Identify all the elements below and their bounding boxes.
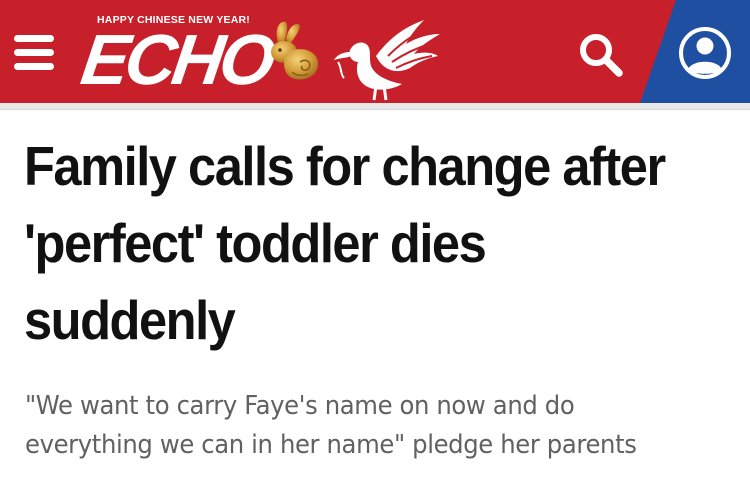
search-icon[interactable] bbox=[576, 30, 626, 80]
user-account-icon bbox=[679, 27, 731, 79]
hamburger-menu-icon[interactable] bbox=[14, 35, 54, 71]
article-standfirst: "We want to carry Faye's name on now and… bbox=[25, 391, 637, 460]
logo-wordmark: ECHO bbox=[76, 21, 277, 100]
article-headline: Family calls for change after 'perfect' … bbox=[24, 135, 666, 351]
site-header: HAPPY CHINESE NEW YEAR! ECHO bbox=[0, 0, 750, 103]
menu-bar-bottom bbox=[14, 63, 54, 70]
account-button[interactable] bbox=[640, 0, 750, 103]
golden-rabbit-icon bbox=[271, 21, 319, 80]
menu-bar-top bbox=[14, 35, 54, 42]
menu-bar-middle bbox=[14, 49, 54, 56]
liver-bird-icon bbox=[334, 20, 440, 101]
header-divider bbox=[0, 103, 750, 110]
echo-logo[interactable]: ECHO bbox=[77, 20, 442, 101]
